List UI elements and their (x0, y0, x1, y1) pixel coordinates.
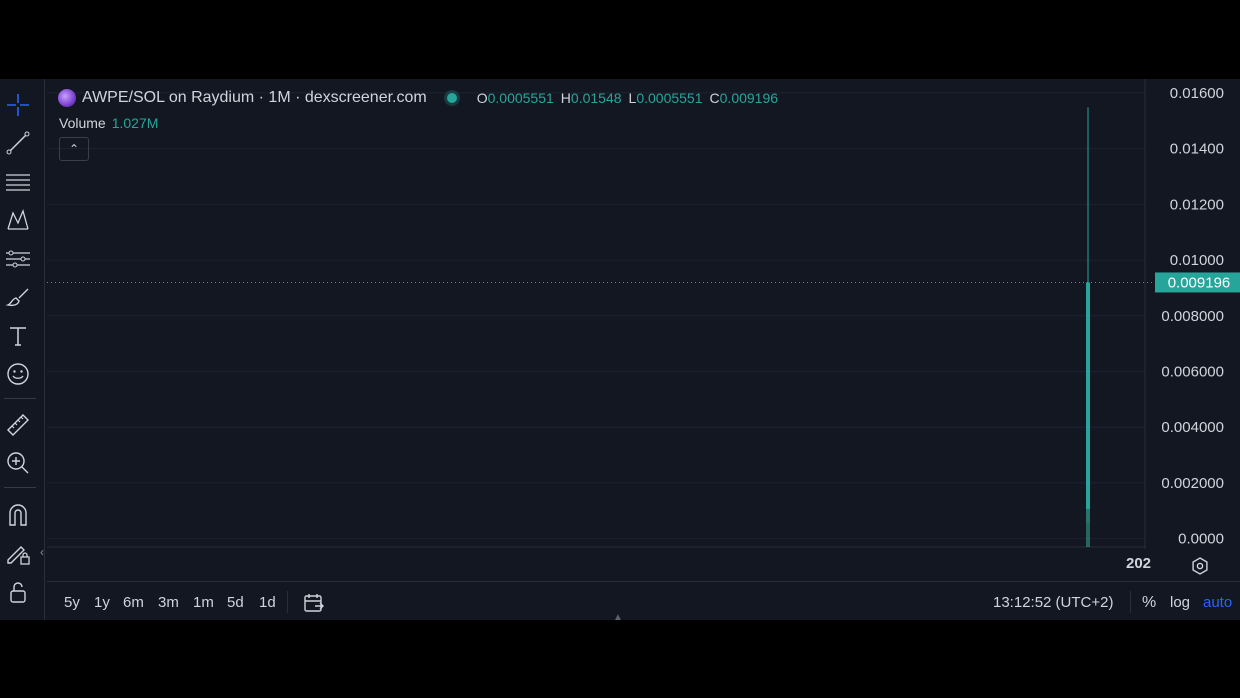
expand-panel-icon[interactable]: ▲ (613, 612, 623, 620)
settings-icon[interactable] (1190, 556, 1210, 576)
prediction-icon (6, 250, 30, 268)
price-tick-label: 0.01000 (1170, 252, 1224, 269)
live-status-icon (446, 93, 457, 103)
emoji-tool[interactable] (4, 360, 32, 388)
trendline-tool[interactable] (4, 129, 32, 157)
range-1d[interactable]: 1d (259, 594, 276, 611)
fib-icon (6, 174, 30, 191)
collapse-toolbar-icon[interactable]: ‹ (37, 542, 47, 562)
price-tick-label: 0.01600 (1170, 85, 1224, 102)
volume-legend: Volume 1.027M (59, 115, 158, 131)
zoom-icon (7, 452, 29, 474)
price-tick-label: 0.006000 (1161, 364, 1224, 381)
ohlc-low: L0.0005551 (628, 90, 703, 106)
crosshair-icon (7, 94, 29, 116)
pattern-icon (7, 209, 29, 230)
lock-drawing-icon (7, 546, 30, 565)
price-axis: 0.01600 0.01400 0.01200 0.01000 0.008000 0.00… (1161, 85, 1224, 548)
magnet-tool[interactable] (4, 501, 32, 529)
calendar-icon[interactable] (303, 592, 325, 614)
price-chart[interactable]: 0.01600 0.01400 0.01200 0.01000 0.008000 0.00… (47, 79, 1240, 549)
chevron-up-icon: ⌃ (68, 142, 80, 156)
prediction-tool[interactable] (4, 245, 32, 273)
toolbar-separator (4, 398, 36, 399)
volume-value: 1.027M (111, 115, 159, 131)
ohlc-open: O0.0005551 (476, 90, 554, 106)
price-tick-label: 0.004000 (1161, 419, 1224, 436)
unlock-icon (10, 582, 26, 603)
bottom-bar: 5y 1y 6m 3m 1m 5d 1d ▲ 13:12:52 (UTC+2) … (47, 581, 1240, 620)
ruler-icon (7, 414, 29, 436)
ohlc-high: H0.01548 (560, 90, 622, 106)
text-tool[interactable] (4, 322, 32, 350)
range-5y[interactable]: 5y (64, 594, 80, 611)
range-5d[interactable]: 5d (227, 594, 244, 611)
time-axis-label: 202 (1126, 555, 1152, 572)
candle-body (1086, 282, 1090, 524)
bottom-separator (287, 591, 288, 613)
drawing-toolbar: ‹ (0, 79, 45, 620)
text-icon (10, 327, 26, 346)
lock-drawing-tool[interactable] (4, 539, 32, 567)
brush-icon (5, 288, 29, 307)
emoji-icon (7, 363, 29, 385)
range-1m[interactable]: 1m (193, 594, 214, 611)
range-3m[interactable]: 3m (158, 594, 179, 611)
fib-tool[interactable] (4, 168, 32, 196)
range-6m[interactable]: 6m (123, 594, 144, 611)
ohlc-close: C0.009196 (709, 90, 779, 106)
last-price-label: 0.009196 (1168, 274, 1231, 291)
magnet-icon (9, 504, 27, 526)
pattern-tool[interactable] (4, 206, 32, 234)
chart-app: ‹ 0.01600 0.01400 0.01200 0.01000 0.008000 0.… (0, 79, 1240, 620)
brush-tool[interactable] (4, 283, 32, 311)
crosshair-tool[interactable] (4, 91, 32, 119)
volume-label: Volume (59, 115, 106, 131)
percent-scale-button[interactable]: % (1142, 594, 1156, 612)
range-1y[interactable]: 1y (94, 594, 110, 611)
chart-legend: AWPE/SOL on Raydium · 1M · dexscreener.c… (58, 87, 785, 109)
auto-scale-button[interactable]: auto (1203, 594, 1232, 611)
price-tick-label: 0.008000 (1161, 308, 1224, 325)
price-tick-label: 0.002000 (1161, 475, 1224, 492)
volume-bar (1086, 509, 1090, 547)
price-tick-label: 0.0000 (1178, 531, 1224, 548)
price-tick-label: 0.01200 (1170, 196, 1224, 213)
ruler-tool[interactable] (4, 411, 32, 439)
bottom-separator (1130, 591, 1131, 613)
toolbar-separator (4, 487, 36, 488)
zoom-tool[interactable] (4, 449, 32, 477)
symbol-title[interactable]: AWPE/SOL on Raydium · 1M · dexscreener.c… (82, 89, 427, 107)
token-pair-icon (58, 89, 76, 107)
timezone-clock[interactable]: 13:12:52 (UTC+2) (993, 594, 1113, 611)
price-tick-label: 0.01400 (1170, 141, 1224, 158)
trendline-icon (6, 131, 30, 155)
collapse-legend-button[interactable]: ⌃ (59, 137, 89, 161)
log-scale-button[interactable]: log (1170, 594, 1190, 611)
unlock-tool[interactable] (4, 578, 32, 606)
